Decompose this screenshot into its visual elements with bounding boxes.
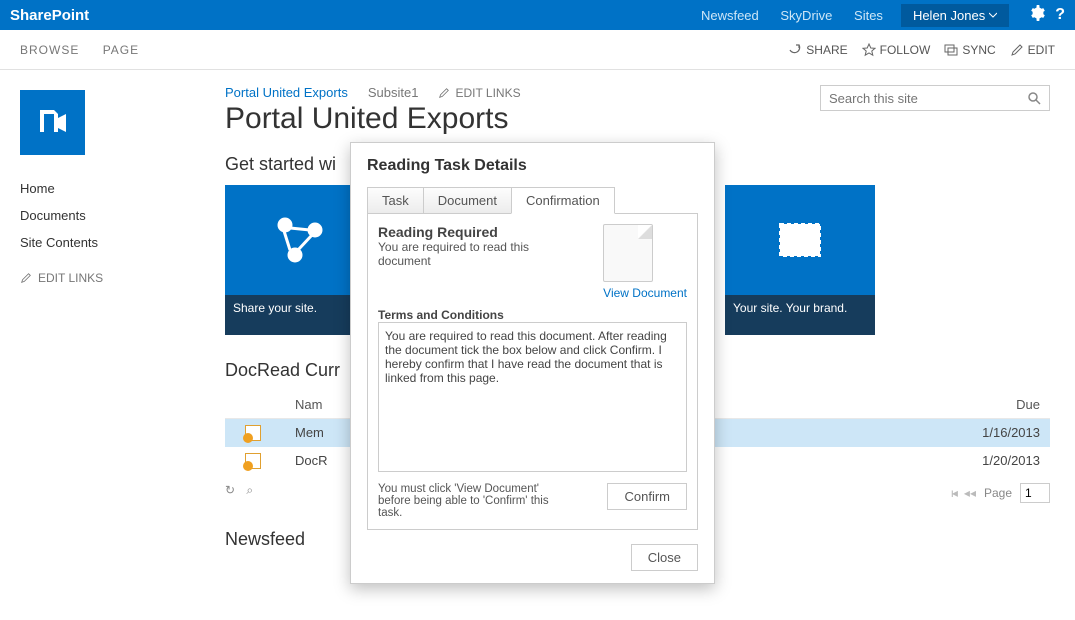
action-edit[interactable]: EDIT: [1010, 43, 1055, 57]
document-icon: [245, 453, 261, 469]
modal-tab-document[interactable]: Document: [423, 187, 512, 214]
sidebar-item-home[interactable]: Home: [0, 175, 200, 202]
nav-sites[interactable]: Sites: [854, 8, 883, 23]
breadcrumb-site[interactable]: Portal United Exports: [225, 85, 348, 100]
action-share[interactable]: SHARE: [788, 43, 847, 57]
modal-tab-confirmation[interactable]: Confirmation: [511, 187, 615, 214]
sidebar-item-documents[interactable]: Documents: [0, 202, 200, 229]
ribbon-tab-browse[interactable]: BROWSE: [20, 43, 79, 57]
action-sync[interactable]: SYNC: [944, 43, 995, 57]
action-follow[interactable]: FOLLOW: [862, 43, 931, 57]
tile-brand[interactable]: Your site. Your brand.: [725, 185, 875, 335]
sidebar-item-site-contents[interactable]: Site Contents: [0, 229, 200, 256]
suite-bar: SharePoint Newsfeed SkyDrive Sites Helen…: [0, 0, 1075, 30]
user-menu[interactable]: Helen Jones: [901, 4, 1009, 27]
confirm-note: You must click 'View Document' before be…: [378, 483, 558, 519]
chevron-down-icon: [989, 11, 997, 19]
reading-required-desc: You are required to read this document: [378, 240, 548, 268]
reading-task-modal: Reading Task Details Task Document Confi…: [350, 142, 715, 584]
sync-icon: [944, 43, 958, 57]
terms-textarea[interactable]: [378, 322, 687, 472]
search-icon[interactable]: [1027, 91, 1041, 105]
modal-tab-task[interactable]: Task: [367, 187, 424, 214]
share-icon: [788, 43, 802, 57]
document-icon: [245, 425, 261, 441]
user-name: Helen Jones: [913, 8, 985, 23]
modal-tabs: Task Document Confirmation: [367, 187, 698, 214]
modal-panel: Reading Required You are required to rea…: [367, 213, 698, 530]
pencil-icon: [20, 272, 32, 284]
sidebar: Home Documents Site Contents EDIT LINKS: [0, 70, 200, 620]
star-icon: [862, 43, 876, 57]
pager-page-input[interactable]: [1020, 483, 1050, 503]
ribbon-tab-page[interactable]: PAGE: [103, 43, 139, 57]
suite-nav: Newsfeed SkyDrive Sites: [701, 8, 901, 23]
breadcrumb-subsite[interactable]: Subsite1: [368, 85, 419, 100]
pager-prev-icon[interactable]: ◂◂: [964, 486, 976, 500]
brand-label: SharePoint: [10, 7, 89, 24]
pager-page-label: Page: [984, 486, 1012, 500]
pencil-icon: [438, 87, 450, 99]
pager-first-icon[interactable]: ı◂: [951, 486, 956, 500]
breadcrumb-edit-links[interactable]: EDIT LINKS: [438, 86, 520, 100]
pencil-icon: [1010, 43, 1024, 57]
document-large-icon: [603, 224, 653, 282]
confirm-button[interactable]: Confirm: [607, 483, 687, 510]
search-box[interactable]: [820, 85, 1050, 111]
site-logo[interactable]: [20, 90, 85, 155]
search-input[interactable]: [829, 91, 1027, 106]
nav-skydrive[interactable]: SkyDrive: [780, 8, 832, 23]
modal-title: Reading Task Details: [367, 157, 698, 175]
help-icon[interactable]: ?: [1055, 6, 1065, 24]
col-header-due[interactable]: Due: [930, 397, 1050, 412]
terms-label: Terms and Conditions: [378, 308, 687, 322]
gear-icon[interactable]: [1029, 5, 1045, 26]
close-button[interactable]: Close: [631, 544, 698, 571]
search-small-icon[interactable]: ⌕: [246, 483, 253, 497]
ribbon: BROWSE PAGE SHARE FOLLOW SYNC EDIT: [0, 30, 1075, 70]
sidebar-edit-links[interactable]: EDIT LINKS: [0, 256, 200, 300]
nav-newsfeed[interactable]: Newsfeed: [701, 8, 759, 23]
view-document-link[interactable]: View Document: [603, 286, 687, 300]
refresh-icon[interactable]: ↻: [225, 483, 235, 497]
reading-required-heading: Reading Required: [378, 224, 548, 240]
